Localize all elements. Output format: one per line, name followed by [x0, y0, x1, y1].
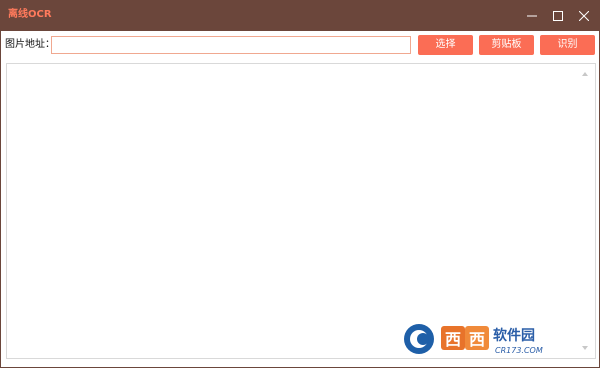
- app-window: 离线OCR 图片地址： 选择 剪贴板 识别 西 西 软件园 CR173.COM: [0, 0, 600, 368]
- recognize-button[interactable]: 识别: [540, 35, 595, 55]
- svg-text:软件园: 软件园: [493, 327, 535, 344]
- svg-text:西: 西: [469, 330, 485, 349]
- close-button[interactable]: [571, 0, 597, 31]
- maximize-icon: [553, 10, 563, 21]
- close-icon: [579, 10, 589, 21]
- image-url-label: 图片地址：: [5, 39, 55, 50]
- title-bar[interactable]: 离线OCR: [1, 0, 599, 31]
- image-url-input[interactable]: [51, 36, 411, 54]
- svg-text:西: 西: [445, 330, 461, 349]
- scroll-up-arrow-icon[interactable]: [581, 70, 589, 78]
- result-text-area[interactable]: [6, 63, 596, 359]
- select-button[interactable]: 选择: [418, 35, 473, 55]
- svg-text:CR173.COM: CR173.COM: [495, 346, 543, 355]
- watermark-logo: 西 西 软件园 CR173.COM: [404, 324, 543, 355]
- window-title: 离线OCR: [8, 9, 52, 20]
- maximize-button[interactable]: [545, 0, 571, 31]
- minimize-icon: [527, 15, 537, 16]
- minimize-button[interactable]: [519, 0, 545, 31]
- clipboard-button[interactable]: 剪贴板: [479, 35, 534, 55]
